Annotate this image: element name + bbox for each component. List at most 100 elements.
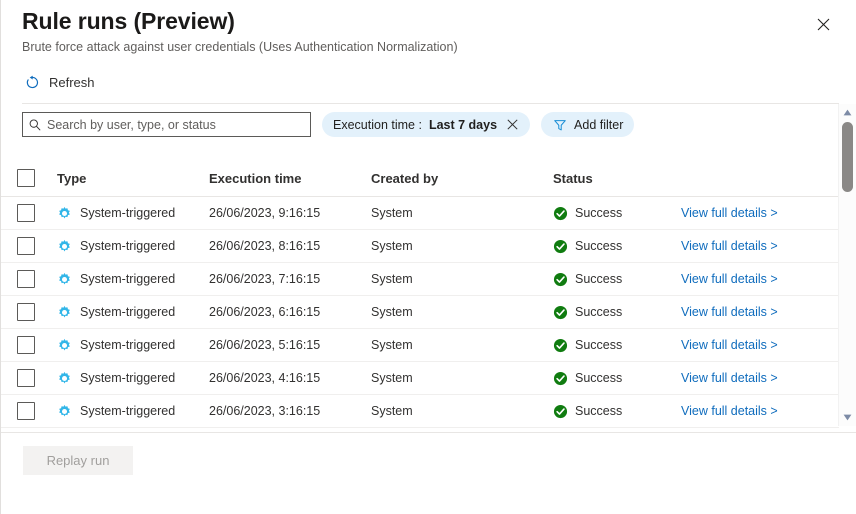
page-title: Rule runs (Preview)	[22, 8, 235, 34]
gear-icon	[57, 206, 72, 221]
replay-run-button[interactable]: Replay run	[23, 446, 133, 475]
gear-icon	[57, 239, 72, 254]
cell-status: Success	[553, 371, 681, 386]
view-full-details-link[interactable]: View full details >	[681, 305, 778, 319]
column-header-execution-time[interactable]: Execution time	[209, 171, 371, 186]
filter-icon	[552, 117, 567, 132]
success-check-icon	[553, 404, 568, 419]
table-row[interactable]: System-triggered 26/06/2023, 8:16:15 Sys…	[1, 230, 839, 263]
cell-type-label: System-triggered	[80, 206, 176, 220]
cell-details: View full details >	[681, 303, 839, 321]
chevron-up-icon	[843, 109, 852, 116]
cell-status: Success	[553, 206, 681, 221]
view-full-details-link[interactable]: View full details >	[681, 272, 778, 286]
cell-details: View full details >	[681, 369, 839, 387]
close-icon	[817, 18, 829, 30]
table-row[interactable]: System-triggered 26/06/2023, 9:16:15 Sys…	[1, 197, 839, 230]
search-icon	[23, 118, 47, 132]
refresh-icon	[24, 74, 41, 91]
cell-type-label: System-triggered	[80, 305, 176, 319]
row-checkbox[interactable]	[17, 402, 35, 420]
row-select-cell	[1, 402, 57, 420]
cell-status: Success	[553, 338, 681, 353]
success-check-icon	[553, 371, 568, 386]
row-checkbox[interactable]	[17, 237, 35, 255]
gear-icon	[57, 272, 72, 287]
select-all-checkbox[interactable]	[17, 169, 35, 187]
gear-icon	[57, 371, 72, 386]
cell-status-label: Success	[575, 305, 623, 319]
filter-row: Execution time : Last 7 days Add filter	[22, 112, 635, 137]
header-divider	[22, 103, 839, 104]
cell-type: System-triggered	[57, 206, 209, 221]
table-row[interactable]: System-triggered 26/06/2023, 7:16:15 Sys…	[1, 263, 839, 296]
cell-type-label: System-triggered	[80, 239, 176, 253]
cell-execution-time: 26/06/2023, 4:16:15	[209, 371, 321, 385]
success-check-icon	[553, 338, 568, 353]
row-checkbox[interactable]	[17, 369, 35, 387]
close-icon	[506, 119, 518, 130]
table-row[interactable]: System-triggered 26/06/2023, 6:16:15 Sys…	[1, 296, 839, 329]
row-checkbox[interactable]	[17, 270, 35, 288]
view-full-details-link[interactable]: View full details >	[681, 404, 778, 418]
filter-pill-execution-time[interactable]: Execution time : Last 7 days	[322, 112, 531, 137]
rule-runs-panel: Rule runs (Preview) Brute force attack a…	[0, 0, 856, 514]
cell-execution-time: 26/06/2023, 8:16:15	[209, 239, 321, 253]
cell-details: View full details >	[681, 402, 839, 420]
filter-pill-value: Last 7 days	[428, 117, 498, 132]
cell-created-by: System	[371, 371, 413, 385]
panel-footer: Replay run	[1, 433, 856, 514]
scrollbar-down-button[interactable]	[839, 409, 856, 426]
select-all-cell	[1, 169, 57, 187]
cell-created-by: System	[371, 404, 413, 418]
row-checkbox[interactable]	[17, 303, 35, 321]
table-header-row: Type Execution time Created by Status	[1, 160, 839, 197]
filter-pill-label: Execution time :	[333, 117, 422, 132]
filter-pill-remove-button[interactable]	[505, 118, 519, 132]
cell-status-label: Success	[575, 272, 623, 286]
gear-icon	[57, 338, 72, 353]
cell-status: Success	[553, 272, 681, 287]
success-check-icon	[553, 305, 568, 320]
add-filter-label: Add filter	[574, 117, 624, 132]
view-full-details-link[interactable]: View full details >	[681, 338, 778, 352]
view-full-details-link[interactable]: View full details >	[681, 239, 778, 253]
search-input[interactable]	[47, 113, 310, 136]
search-box[interactable]	[22, 112, 311, 137]
column-header-status[interactable]: Status	[553, 171, 681, 186]
table-row[interactable]: System-triggered 26/06/2023, 3:16:15 Sys…	[1, 395, 839, 428]
add-filter-button[interactable]: Add filter	[541, 112, 635, 137]
success-check-icon	[553, 272, 568, 287]
cell-status-label: Success	[575, 371, 623, 385]
cell-execution-time: 26/06/2023, 9:16:15	[209, 206, 321, 220]
scrollbar-thumb[interactable]	[842, 122, 853, 192]
cell-type-label: System-triggered	[80, 371, 176, 385]
cell-status: Success	[553, 305, 681, 320]
cell-details: View full details >	[681, 270, 839, 288]
cell-type: System-triggered	[57, 239, 209, 254]
column-header-type[interactable]: Type	[57, 171, 209, 186]
success-check-icon	[553, 239, 568, 254]
column-header-created-by[interactable]: Created by	[371, 171, 553, 186]
cell-status-label: Success	[575, 239, 623, 253]
chevron-down-icon	[843, 414, 852, 421]
table-row[interactable]: System-triggered 26/06/2023, 4:16:15 Sys…	[1, 362, 839, 395]
cell-execution-time: 26/06/2023, 7:16:15	[209, 272, 321, 286]
table-row[interactable]: System-triggered 26/06/2023, 5:16:15 Sys…	[1, 329, 839, 362]
page-subtitle: Brute force attack against user credenti…	[22, 40, 458, 54]
gear-icon	[57, 404, 72, 419]
refresh-button[interactable]: Refresh	[22, 68, 103, 96]
success-check-icon	[553, 206, 568, 221]
view-full-details-link[interactable]: View full details >	[681, 371, 778, 385]
row-checkbox[interactable]	[17, 336, 35, 354]
row-checkbox[interactable]	[17, 204, 35, 222]
cell-type-label: System-triggered	[80, 338, 176, 352]
close-button[interactable]	[810, 11, 836, 37]
table-body: System-triggered 26/06/2023, 9:16:15 Sys…	[1, 197, 839, 428]
scrollbar-up-button[interactable]	[839, 104, 856, 121]
table-scrollbar[interactable]	[838, 104, 856, 426]
row-select-cell	[1, 204, 57, 222]
cell-execution-time: 26/06/2023, 6:16:15	[209, 305, 321, 319]
view-full-details-link[interactable]: View full details >	[681, 206, 778, 220]
cell-type-label: System-triggered	[80, 404, 176, 418]
